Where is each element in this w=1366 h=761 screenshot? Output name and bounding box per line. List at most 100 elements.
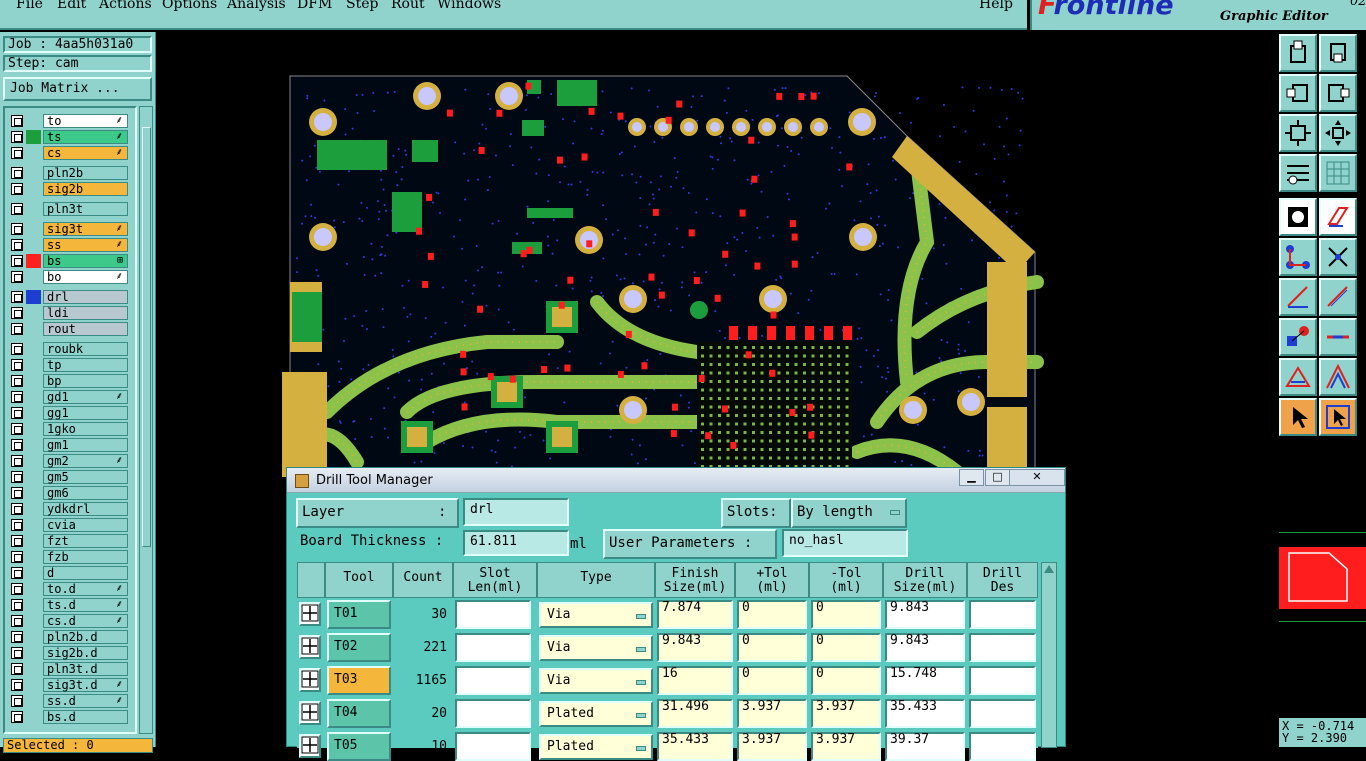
layer-name[interactable]: pln2b (43, 166, 128, 180)
layer-list-scrollbar[interactable] (139, 106, 153, 734)
layer-name[interactable]: ydkdrl (43, 502, 128, 516)
layer-name[interactable]: sig3t ⸙ (43, 222, 128, 236)
layer-color-swatch[interactable] (26, 358, 41, 372)
drill-des-input[interactable] (969, 633, 1036, 662)
grid-icon[interactable] (1319, 154, 1357, 192)
type-dropdown[interactable]: Via (539, 602, 653, 628)
zoom-fit-icon[interactable] (1279, 114, 1317, 152)
layer-checkbox[interactable] (11, 535, 23, 547)
layer-color-swatch[interactable] (26, 238, 41, 252)
layer-row-gm5[interactable]: gm5 (8, 470, 130, 484)
layer-checkbox[interactable] (11, 291, 23, 303)
tool-button-t04[interactable]: T04 (327, 699, 391, 728)
layer-checkbox[interactable] (11, 615, 23, 627)
layer-checkbox[interactable] (11, 503, 23, 515)
layer-color-swatch[interactable] (26, 582, 41, 596)
layer-checkbox[interactable] (11, 711, 23, 723)
finish-size-input[interactable]: 31.496 (657, 699, 733, 728)
layer-checkbox[interactable] (11, 567, 23, 579)
layer-name[interactable]: gm5 (43, 470, 128, 484)
layer-row-sig3t[interactable]: sig3t ⸙ (8, 222, 130, 236)
layer-color-swatch[interactable] (26, 166, 41, 180)
layer-row-cs[interactable]: cs ⸙ (8, 146, 130, 160)
select-pointer-icon[interactable] (1319, 398, 1357, 436)
cross-icon[interactable] (1319, 238, 1357, 276)
menu-rout[interactable]: Rout (391, 0, 425, 12)
pan-left-icon[interactable] (1279, 74, 1317, 112)
layer-checkbox[interactable] (11, 487, 23, 499)
layer-checkbox[interactable] (11, 471, 23, 483)
finish-size-input[interactable]: 7.874 (657, 600, 733, 629)
drill-size-input[interactable]: 9.843 (885, 633, 965, 662)
layer-row-sig3t.d[interactable]: sig3t.d ⸙ (8, 678, 130, 692)
layer-row-bp[interactable]: bp (8, 374, 130, 388)
layer-checkbox[interactable] (11, 359, 23, 371)
settings-icon[interactable] (1279, 154, 1317, 192)
layer-color-swatch[interactable] (26, 290, 41, 304)
layer-row-fzb[interactable]: fzb (8, 550, 130, 564)
layer-name[interactable]: to ⸙ (43, 114, 128, 128)
layer-checkbox[interactable] (11, 271, 23, 283)
layer-name[interactable]: fzt (43, 534, 128, 548)
layer-checkbox[interactable] (11, 131, 23, 143)
layer-name[interactable]: ss ⸙ (43, 238, 128, 252)
layer-name[interactable]: tp (43, 358, 128, 372)
row-expand-button[interactable] (299, 668, 321, 692)
layer-name[interactable]: bo ⸙ (43, 270, 128, 284)
add-feature-icon[interactable] (1279, 198, 1317, 236)
layer-checkbox[interactable] (11, 323, 23, 335)
layer-checkbox[interactable] (11, 679, 23, 691)
layer-checkbox[interactable] (11, 647, 23, 659)
layer-row-drl[interactable]: drl (8, 290, 130, 304)
layer-name[interactable]: roubk (43, 342, 128, 356)
layer-color-swatch[interactable] (26, 710, 41, 724)
board-thickness-field[interactable]: 61.811 (463, 530, 569, 556)
layer-color-swatch[interactable] (26, 322, 41, 336)
table-scrollbar[interactable] (1041, 562, 1057, 748)
layer-name[interactable]: bs ⊞ (43, 254, 128, 268)
restore-icon[interactable] (1319, 34, 1357, 72)
drill-size-input[interactable]: 15.748 (885, 666, 965, 695)
layer-color-swatch[interactable] (26, 470, 41, 484)
layer-checkbox[interactable] (11, 631, 23, 643)
layer-name[interactable]: ldi (43, 306, 128, 320)
layer-checkbox[interactable] (11, 599, 23, 611)
layer-row-cs.d[interactable]: cs.d ⸙ (8, 614, 130, 628)
layer-name[interactable]: gm2 ⸙ (43, 454, 128, 468)
layer-name[interactable]: cvia (43, 518, 128, 532)
layer-name[interactable]: gm6 (43, 486, 128, 500)
layer-color-swatch[interactable] (26, 146, 41, 160)
type-dropdown[interactable]: Via (539, 635, 653, 661)
menu-analysis[interactable]: Analysis (227, 0, 286, 12)
layer-color-swatch[interactable] (26, 630, 41, 644)
scrollbar-thumb[interactable] (142, 127, 151, 547)
layer-name[interactable]: ts.d ⸙ (43, 598, 128, 612)
edit-shape-icon[interactable] (1319, 198, 1357, 236)
layer-color-swatch[interactable] (26, 550, 41, 564)
layer-color-swatch[interactable] (26, 374, 41, 388)
layer-name[interactable]: sig3t.d ⸙ (43, 678, 128, 692)
layer-color-swatch[interactable] (26, 614, 41, 628)
slot-length-input[interactable] (455, 633, 531, 662)
layer-checkbox[interactable] (11, 695, 23, 707)
layer-row-pln2b.d[interactable]: pln2b.d (8, 630, 130, 644)
layer-row-pln3t.d[interactable]: pln3t.d (8, 662, 130, 676)
tool-button-t01[interactable]: T01 (327, 600, 391, 629)
layer-color-swatch[interactable] (26, 306, 41, 320)
menu-step[interactable]: Step (346, 0, 378, 12)
menu-help[interactable]: Help (979, 0, 1013, 12)
layer-color-swatch[interactable] (26, 390, 41, 404)
layer-row-ydkdrl[interactable]: ydkdrl (8, 502, 130, 516)
angle-icon[interactable] (1319, 358, 1357, 396)
column-header[interactable]: Tool (325, 562, 393, 598)
minimize-icon[interactable]: ▁ (959, 469, 984, 486)
layer-name[interactable]: fzb (43, 550, 128, 564)
layer-color-swatch[interactable] (26, 406, 41, 420)
layer-row-ss[interactable]: ss ⸙ (8, 238, 130, 252)
layer-row-ss.d[interactable]: ss.d ⸙ (8, 694, 130, 708)
finish-size-input[interactable]: 9.843 (657, 633, 733, 662)
layer-color-swatch[interactable] (26, 566, 41, 580)
tool-button-t02[interactable]: T02 (327, 633, 391, 662)
column-header[interactable]: -Tol (ml) (809, 562, 883, 598)
layer-row-rout[interactable]: rout (8, 322, 130, 336)
